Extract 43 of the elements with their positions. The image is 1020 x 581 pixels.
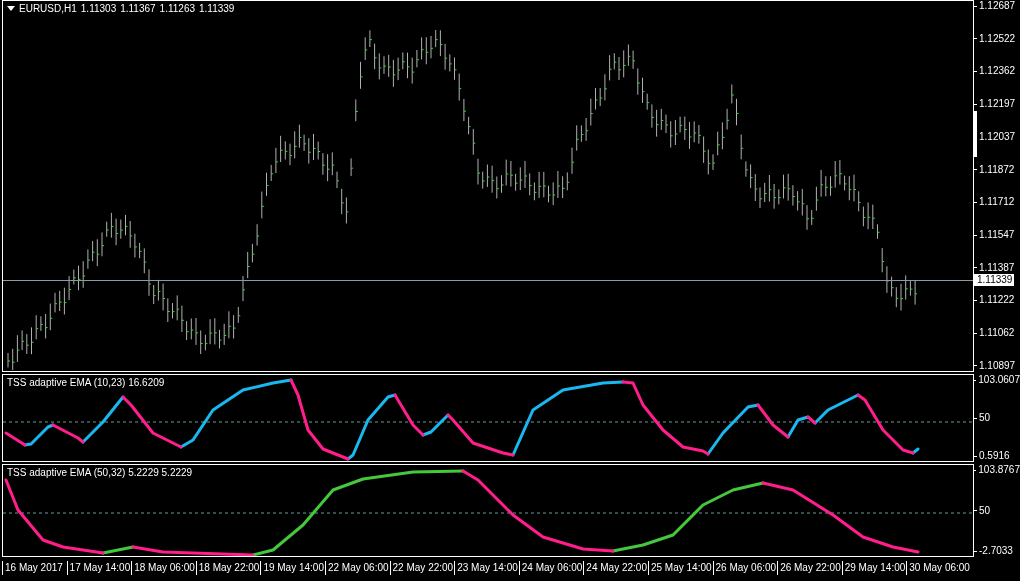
ohlc-value: 1.11303 [80, 3, 117, 14]
price-axis-label: 1.12362 [974, 65, 1020, 78]
ohlc-value: 1.11263 [159, 3, 195, 14]
indicator-axis-label: 103.0607 [974, 374, 1020, 386]
time-axis-label: 29 May 14:00 [841, 561, 907, 575]
time-axis-label: 26 May 22:00 [777, 561, 842, 575]
indicator-axis-label: 103.8767 [974, 464, 1020, 476]
price-axis-label: 1.11387 [974, 261, 1020, 274]
price-axis-label: 1.11712 [974, 196, 1020, 209]
indicator-axis-label: 50 [974, 412, 1020, 424]
time-axis-label: 17 May 14:00 [66, 561, 132, 575]
price-axis-label: 1.11872 [974, 163, 1020, 176]
price-axis-label: 1.12197 [974, 98, 1020, 111]
price-axis-label: 1.11222 [974, 294, 1020, 307]
price-axis-label: 1.12522 [974, 32, 1020, 45]
time-axis-label: 24 May 06:00 [518, 561, 584, 575]
symbol-timeframe: EURUSD,H1 [19, 3, 77, 14]
price-axis-label: 1.12037 [974, 130, 1020, 143]
time-axis-label: 18 May 06:00 [131, 561, 196, 575]
indicator-label: TSS adaptive EMA (10,23) 16.6209 [7, 377, 165, 388]
price-axis-label: 1.12687 [974, 0, 1020, 12]
time-axis-label: 25 May 14:00 [647, 561, 713, 575]
time-axis-label: 22 May 06:00 [324, 561, 390, 575]
price-axis-label: 1.10897 [974, 359, 1020, 372]
indicator-axis-label: 0.5916 [974, 450, 1020, 462]
indicator-axis-label: -2.7033 [974, 545, 1020, 557]
time-axis-label: 19 May 14:00 [260, 561, 325, 575]
ohlc-value: 1.11339 [199, 3, 235, 14]
time-axis-label: 22 May 22:00 [389, 561, 455, 575]
dropdown-triangle-icon[interactable] [7, 5, 15, 12]
time-axis-label: 16 May 2017 [2, 561, 67, 575]
scroll-handle[interactable] [974, 111, 977, 157]
time-axis-label: 30 May 06:00 [906, 561, 971, 575]
time-axis-label: 23 May 14:00 [454, 561, 519, 575]
price-axis-label: 1.11062 [974, 327, 1020, 340]
current-price-label: 1.11339 [974, 274, 1015, 286]
indicator-axis-label: 50 [974, 504, 1020, 517]
time-axis-label: 26 May 06:00 [712, 561, 778, 575]
indicator-label: TSS adaptive EMA (50,32) 5.2229 5.2229 [7, 467, 193, 478]
ohlc-value: 1.11367 [120, 3, 156, 14]
time-axis-label: 18 May 22:00 [195, 561, 261, 575]
price-axis-label: 1.11547 [974, 229, 1020, 242]
time-axis-label: 24 May 22:00 [583, 561, 648, 575]
